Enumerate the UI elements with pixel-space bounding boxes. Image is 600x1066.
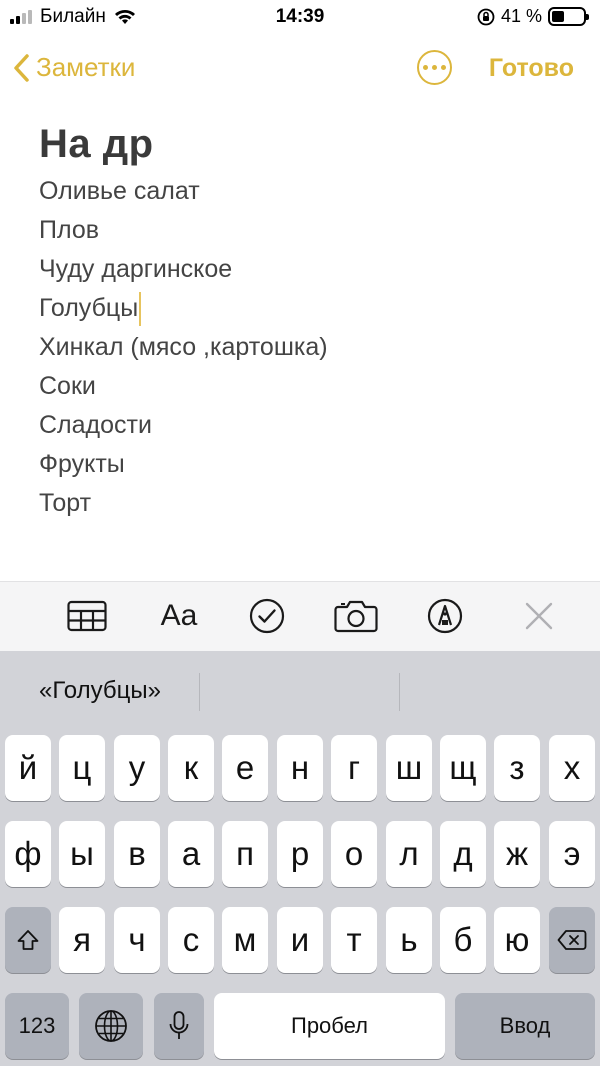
key[interactable]: б bbox=[440, 907, 486, 973]
checklist-icon bbox=[249, 598, 285, 634]
dictation-key[interactable] bbox=[154, 993, 204, 1059]
shift-icon bbox=[17, 930, 39, 950]
note-line-active[interactable]: Голубцы bbox=[39, 289, 579, 328]
more-options-button[interactable] bbox=[417, 50, 452, 85]
suggestion-item-empty[interactable] bbox=[400, 651, 600, 731]
globe-icon bbox=[95, 1010, 127, 1042]
table-icon bbox=[67, 600, 107, 632]
format-button[interactable]: Aa bbox=[156, 598, 202, 634]
note-body[interactable]: Оливье салат Плов Чуду даргинское Голубц… bbox=[39, 172, 579, 523]
key[interactable]: ш bbox=[386, 735, 432, 801]
key[interactable]: ю bbox=[494, 907, 540, 973]
keyboard: «Голубцы» й ц у к е н г ш щ з х ф ы в а … bbox=[0, 651, 600, 1066]
note-line[interactable]: Фрукты bbox=[39, 445, 579, 484]
key[interactable]: л bbox=[386, 821, 432, 887]
note-line[interactable]: Соки bbox=[39, 367, 579, 406]
return-key[interactable]: Ввод bbox=[455, 993, 595, 1059]
suggestion-item[interactable]: «Голубцы» bbox=[0, 651, 200, 731]
key[interactable]: ц bbox=[59, 735, 105, 801]
text-cursor bbox=[139, 292, 142, 327]
key[interactable]: ж bbox=[494, 821, 540, 887]
note-editor[interactable]: На др Оливье салат Плов Чуду даргинское … bbox=[39, 118, 579, 523]
camera-icon bbox=[334, 600, 378, 633]
note-line[interactable]: Сладости bbox=[39, 406, 579, 445]
space-key[interactable]: Пробел bbox=[214, 993, 445, 1059]
key[interactable]: п bbox=[222, 821, 268, 887]
globe-key[interactable] bbox=[79, 993, 143, 1059]
note-title[interactable]: На др bbox=[39, 118, 579, 170]
key[interactable]: ы bbox=[59, 821, 105, 887]
note-line-text[interactable]: Голубцы bbox=[39, 294, 138, 322]
status-right: 41 % bbox=[477, 6, 589, 27]
done-button[interactable]: Готово bbox=[489, 54, 574, 83]
format-icon: Aa bbox=[160, 599, 198, 632]
note-line[interactable]: Торт bbox=[39, 484, 579, 523]
key[interactable]: з bbox=[494, 735, 540, 801]
key[interactable]: а bbox=[168, 821, 214, 887]
numbers-key[interactable]: 123 bbox=[5, 993, 69, 1059]
navigation-bar: Заметки Готово bbox=[0, 44, 600, 92]
battery-percent: 41 % bbox=[500, 6, 542, 26]
checklist-button[interactable] bbox=[248, 598, 286, 634]
key[interactable]: щ bbox=[440, 735, 486, 801]
markup-button[interactable] bbox=[426, 598, 464, 634]
key[interactable]: н bbox=[277, 735, 323, 801]
key[interactable]: д bbox=[440, 821, 486, 887]
key[interactable]: х bbox=[549, 735, 595, 801]
orientation-lock-icon bbox=[477, 8, 495, 25]
suggestion-item-empty[interactable] bbox=[200, 651, 400, 731]
close-toolbar-button[interactable] bbox=[522, 598, 556, 634]
microphone-icon bbox=[169, 1011, 189, 1039]
key[interactable]: к bbox=[168, 735, 214, 801]
camera-button[interactable] bbox=[333, 598, 379, 634]
status-bar: Билайн 14:39 41 % bbox=[0, 0, 600, 34]
table-button[interactable] bbox=[66, 598, 108, 634]
backspace-icon bbox=[557, 930, 587, 950]
battery-icon bbox=[548, 7, 589, 26]
close-icon bbox=[525, 602, 553, 630]
key[interactable]: м bbox=[222, 907, 268, 973]
note-line[interactable]: Оливье салат bbox=[39, 172, 579, 211]
key[interactable]: г bbox=[331, 735, 377, 801]
markup-icon bbox=[427, 598, 463, 634]
backspace-key[interactable] bbox=[549, 907, 595, 973]
key[interactable]: е bbox=[222, 735, 268, 801]
key[interactable]: т bbox=[331, 907, 377, 973]
format-toolbar: Aa bbox=[0, 581, 600, 651]
key[interactable]: й bbox=[5, 735, 51, 801]
note-line[interactable]: Чуду даргинское bbox=[39, 250, 579, 289]
note-line[interactable]: Плов bbox=[39, 211, 579, 250]
back-label: Заметки bbox=[36, 52, 136, 82]
key[interactable]: с bbox=[168, 907, 214, 973]
key[interactable]: ф bbox=[5, 821, 51, 887]
key[interactable]: р bbox=[277, 821, 323, 887]
suggestion-bar: «Голубцы» bbox=[0, 651, 600, 731]
back-button[interactable]: Заметки bbox=[12, 52, 135, 83]
chevron-left-icon bbox=[14, 53, 29, 82]
key[interactable]: о bbox=[331, 821, 377, 887]
key[interactable]: ч bbox=[114, 907, 160, 973]
key[interactable]: в bbox=[114, 821, 160, 887]
key[interactable]: у bbox=[114, 735, 160, 801]
key[interactable]: я bbox=[59, 907, 105, 973]
key[interactable]: и bbox=[277, 907, 323, 973]
key[interactable]: ь bbox=[386, 907, 432, 973]
shift-key[interactable] bbox=[5, 907, 51, 973]
key[interactable]: э bbox=[549, 821, 595, 887]
note-line[interactable]: Хинкал (мясо ,картошка) bbox=[39, 328, 579, 367]
